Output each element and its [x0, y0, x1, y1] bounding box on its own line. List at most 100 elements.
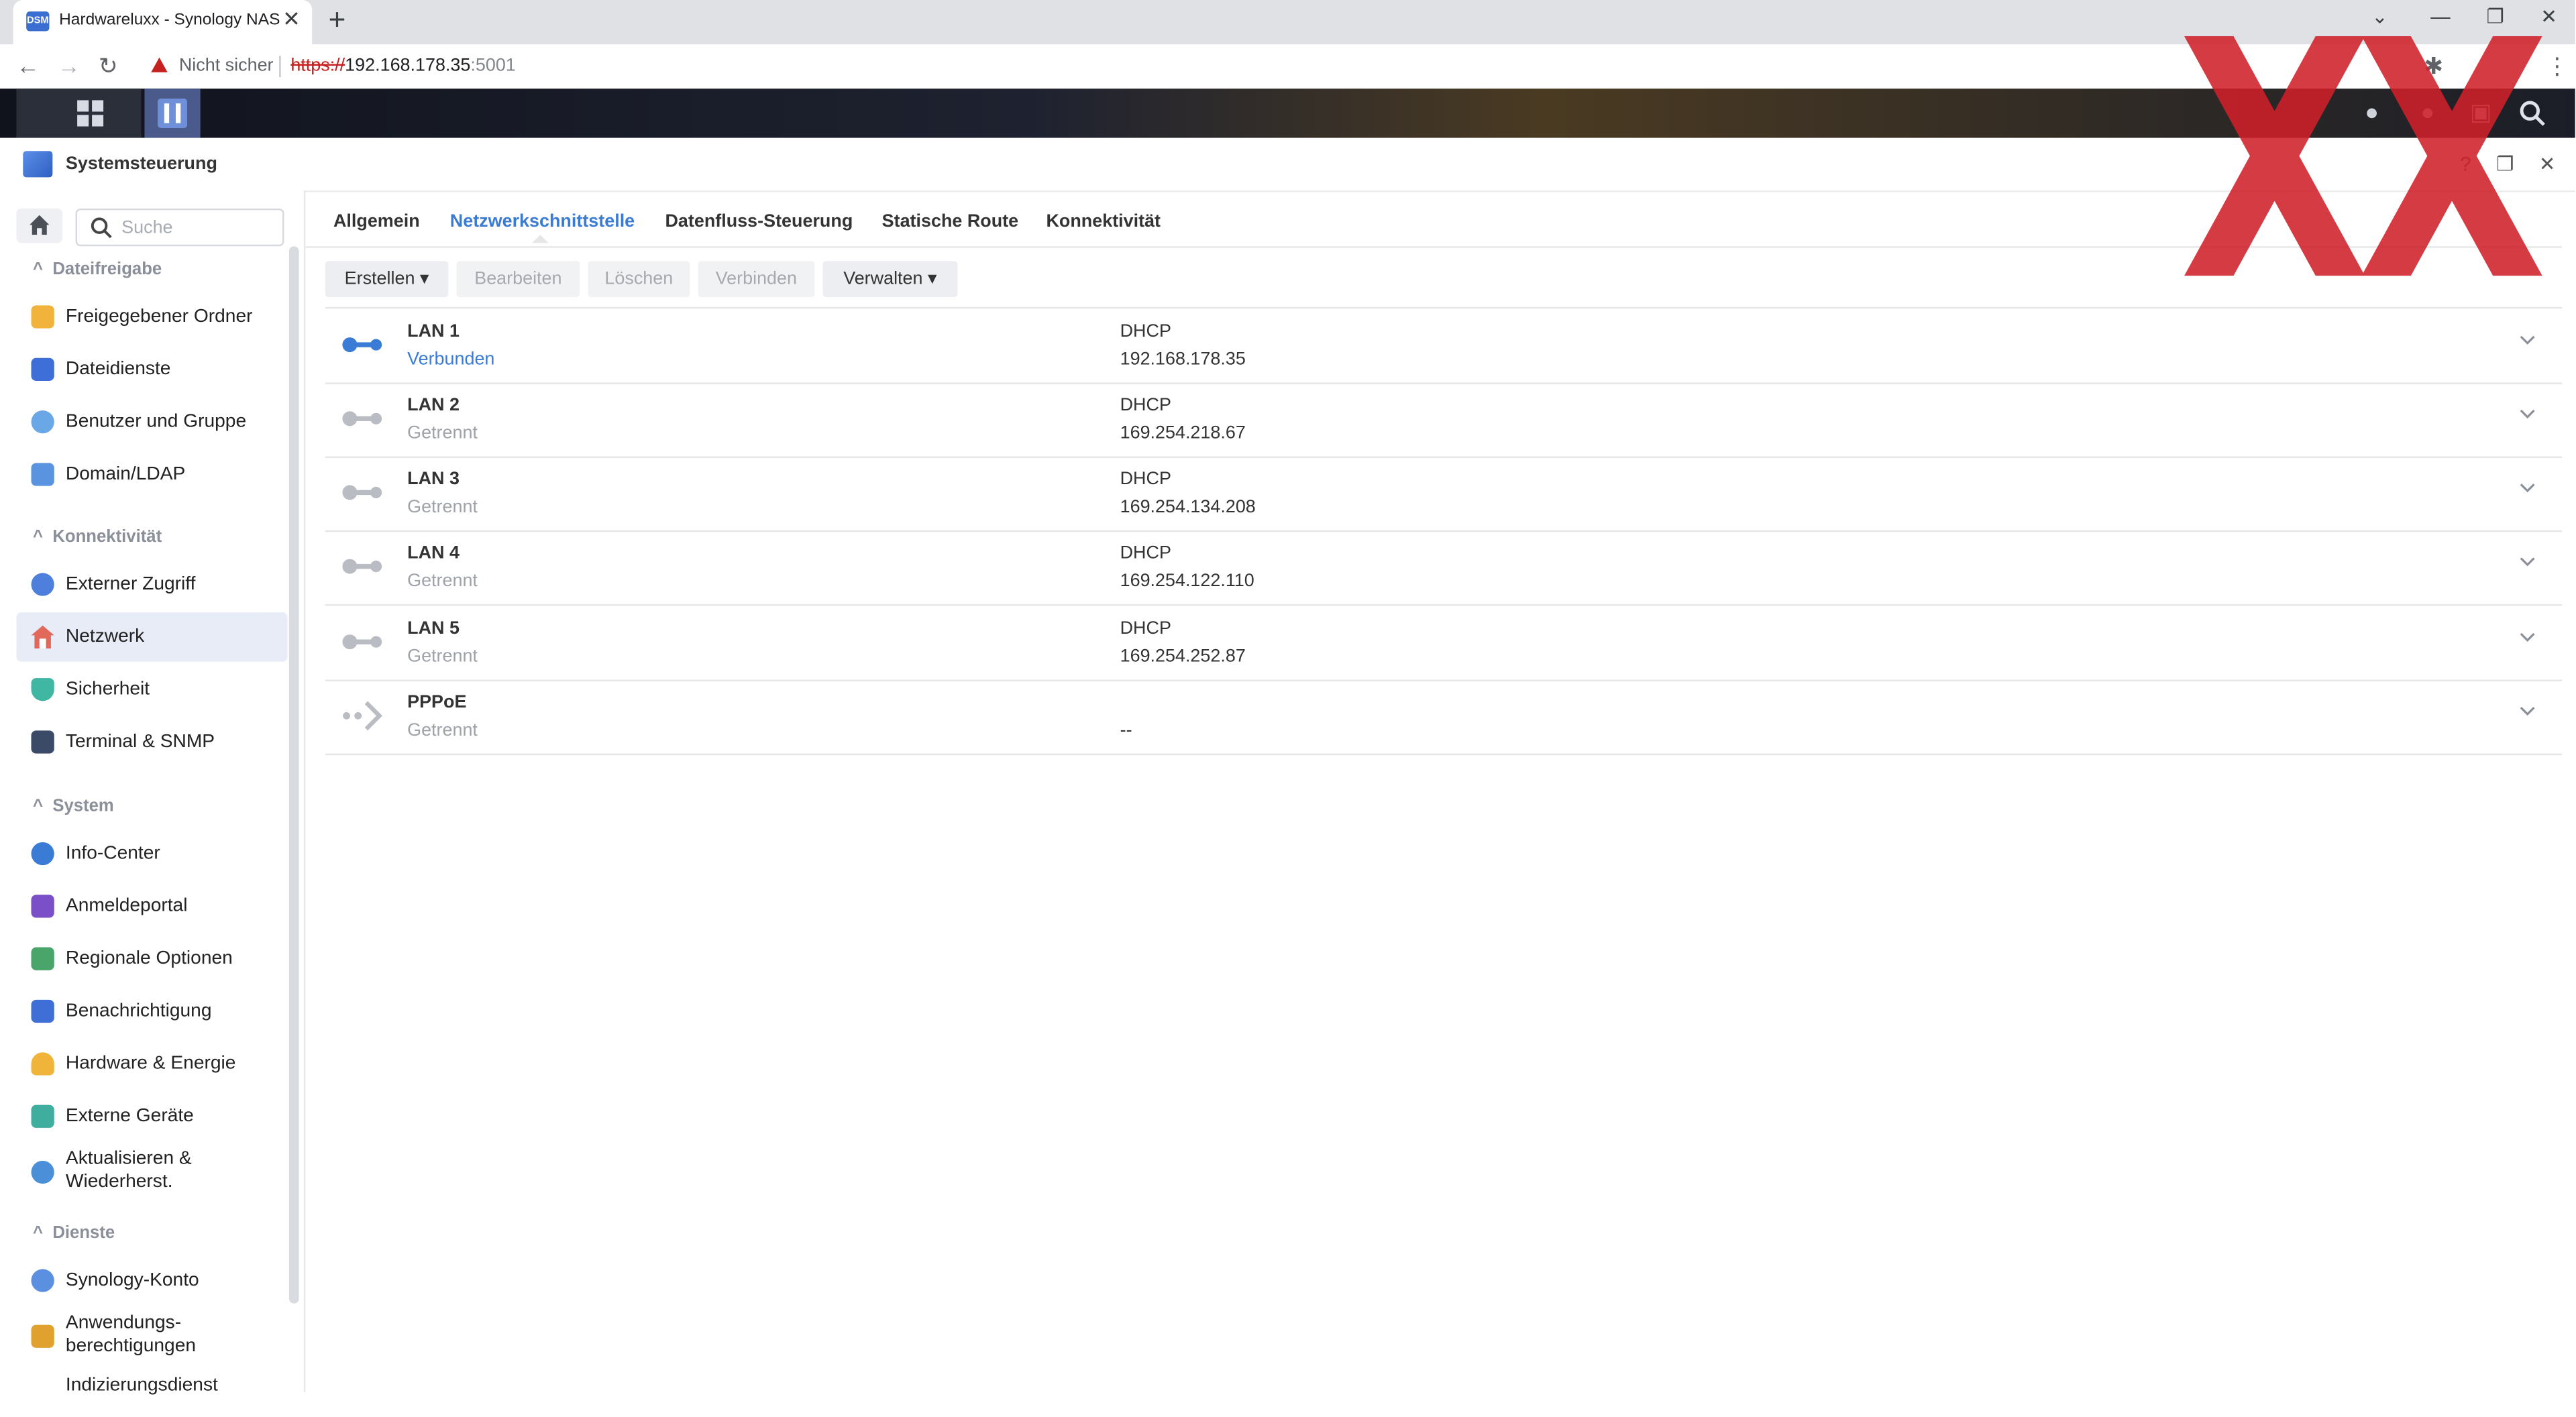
sidebar-item-hardware-energy[interactable]: Hardware & Energie: [16, 1039, 287, 1088]
sidebar-item-notification[interactable]: Benachrichtigung: [16, 986, 287, 1035]
back-icon[interactable]: ←: [16, 52, 39, 78]
tab-traffic-control[interactable]: Datenfluss-Steuerung: [665, 212, 853, 231]
sidebar-item-domain-ldap[interactable]: Domain/LDAP: [16, 450, 287, 499]
interface-status: Verbunden: [407, 349, 495, 370]
shield-icon: [31, 678, 54, 701]
interface-row[interactable]: LAN 3 Getrennt DHCP 169.254.134.208: [325, 457, 2563, 532]
warning-icon[interactable]: [151, 57, 168, 72]
sidebar-item-network[interactable]: Netzwerk: [16, 612, 288, 662]
edit-button[interactable]: Bearbeiten: [456, 261, 580, 298]
connect-button[interactable]: Verbinden: [698, 261, 815, 298]
browser-tab[interactable]: DSM Hardwareluxx - Synology NAS ✕: [13, 0, 313, 45]
minimize-icon[interactable]: —: [2430, 5, 2450, 27]
sidebar-item-file-services[interactable]: Dateidienste: [16, 345, 287, 394]
create-button[interactable]: Erstellen ▾: [325, 261, 449, 298]
interface-row[interactable]: LAN 1 Verbunden DHCP 192.168.178.35: [325, 308, 2563, 384]
sidebar-item-label: Synology-Konto: [65, 1270, 199, 1291]
security-label[interactable]: Nicht sicher: [179, 56, 274, 75]
interface-row[interactable]: LAN 5 Getrennt DHCP 169.254.252.87: [325, 606, 2563, 681]
home-button[interactable]: [16, 208, 63, 243]
interface-ip: 169.254.252.87: [1120, 646, 1246, 667]
interface-row[interactable]: LAN 2 Getrennt DHCP 169.254.218.67: [325, 382, 2563, 459]
sidebar-item-info-center[interactable]: Info-Center: [16, 829, 287, 878]
browser-tab-title: Hardwareluxx - Synology NAS: [59, 11, 280, 30]
manage-button[interactable]: Verwalten ▾: [822, 261, 958, 298]
sidebar-item-label: Dateidienste: [65, 359, 171, 380]
sidebar-item-external-devices[interactable]: Externe Geräte: [16, 1092, 287, 1141]
close-window-icon[interactable]: ✕: [2540, 5, 2557, 27]
restore-icon[interactable]: ❐: [2486, 5, 2504, 27]
main-menu-button[interactable]: [16, 89, 142, 138]
tab-static-route[interactable]: Statische Route: [882, 212, 1019, 231]
sidebar-item-shared-folder[interactable]: Freigegebener Ordner: [16, 292, 287, 341]
sidebar-item-login-portal[interactable]: Anmeldeportal: [16, 882, 287, 931]
sidebar-item-users-groups[interactable]: Benutzer und Gruppe: [16, 397, 287, 446]
section-dateifreigabe[interactable]: ^ Dateifreigabe: [33, 260, 162, 279]
new-tab-icon[interactable]: +: [329, 3, 346, 38]
sidebar-item-indexing[interactable]: Indizierungsdienst: [16, 1367, 287, 1416]
chevron-down-icon[interactable]: [2519, 553, 2535, 569]
interface-name: LAN 4: [407, 543, 460, 563]
login-portal-icon: [31, 895, 54, 918]
lock-icon: [31, 1324, 54, 1348]
interface-ip: 192.168.178.35: [1120, 349, 1246, 370]
active-tab-caret: [532, 235, 549, 243]
control-panel-taskbar-button[interactable]: [144, 89, 201, 138]
chevron-down-icon[interactable]: [2519, 703, 2535, 719]
interface-row[interactable]: LAN 4 Getrennt DHCP 169.254.122.110: [325, 530, 2563, 606]
sidebar-scrollbar[interactable]: [288, 246, 299, 1304]
pppoe-icon: [343, 701, 383, 731]
sidebar-item-label: Externe Geräte: [65, 1107, 194, 1127]
chevron-down-icon[interactable]: [2519, 332, 2535, 348]
browser-menu-icon[interactable]: ⋮: [2546, 52, 2569, 80]
sidebar-item-label: berechtigungen: [65, 1336, 197, 1357]
tab-general[interactable]: Allgemein: [333, 212, 420, 231]
terminal-icon: [31, 730, 54, 754]
section-dienste[interactable]: ^ Dienste: [33, 1223, 115, 1243]
url-port: :5001: [470, 56, 516, 76]
sidebar-item-label: Freigegebener Ordner: [65, 306, 253, 327]
sidebar-item-label: Regionale Optionen: [65, 949, 233, 969]
close-tab-icon[interactable]: ✕: [282, 7, 301, 33]
section-konnektivitaet[interactable]: ^ Konnektivität: [33, 527, 162, 547]
forward-icon[interactable]: →: [58, 52, 80, 78]
search-icon: [91, 217, 112, 238]
section-title: Dateifreigabe: [52, 259, 162, 280]
lightbulb-icon: [31, 1052, 54, 1076]
tab-network-interface[interactable]: Netzwerkschnittstelle: [450, 212, 635, 231]
section-title: Dienste: [52, 1223, 115, 1243]
search-input[interactable]: [118, 213, 281, 241]
sidebar-item-app-permissions[interactable]: Anwendungs- berechtigungen: [16, 1308, 287, 1364]
chevron-down-icon[interactable]: [2519, 629, 2535, 645]
update-icon: [31, 1160, 54, 1184]
sidebar-search[interactable]: [75, 208, 284, 247]
url-scheme: https://: [290, 56, 345, 76]
ethernet-disconnected-icon: [342, 485, 382, 500]
interface-ip: 169.254.134.208: [1120, 497, 1256, 518]
info-icon: [31, 842, 54, 866]
sidebar-item-security[interactable]: Sicherheit: [16, 665, 287, 714]
ethernet-disconnected-icon: [342, 411, 382, 427]
ethernet-connected-icon: [342, 337, 382, 353]
url-field[interactable]: https://192.168.178.35:5001: [290, 56, 515, 75]
sidebar-item-label: Info-Center: [65, 844, 160, 864]
interface-status: Getrennt: [407, 646, 478, 667]
tab-search-icon[interactable]: ⌄: [2371, 5, 2388, 27]
external-devices-icon: [31, 1104, 54, 1128]
chevron-down-icon[interactable]: [2519, 479, 2535, 496]
synology-account-icon: [31, 1269, 54, 1292]
sidebar-item-synology-account[interactable]: Synology-Konto: [16, 1256, 287, 1305]
sidebar-item-label: Aktualisieren &: [65, 1149, 192, 1170]
sidebar-item-regional-options[interactable]: Regionale Optionen: [16, 934, 287, 983]
chevron-down-icon[interactable]: [2519, 406, 2535, 422]
interface-row[interactable]: PPPoE Getrennt --: [325, 680, 2563, 756]
sidebar-item-update-restore[interactable]: Aktualisieren & Wiederherst.: [16, 1144, 287, 1200]
tab-connectivity[interactable]: Konnektivität: [1046, 212, 1161, 231]
interface-status: Getrennt: [407, 423, 478, 443]
sidebar-item-external-access[interactable]: Externer Zugriff: [16, 560, 287, 609]
sidebar-item-terminal-snmp[interactable]: Terminal & SNMP: [16, 718, 287, 767]
section-system[interactable]: ^ System: [33, 796, 114, 815]
delete-button[interactable]: Löschen: [588, 261, 690, 298]
reload-icon[interactable]: ↻: [99, 52, 118, 80]
control-panel-icon: [23, 151, 53, 178]
